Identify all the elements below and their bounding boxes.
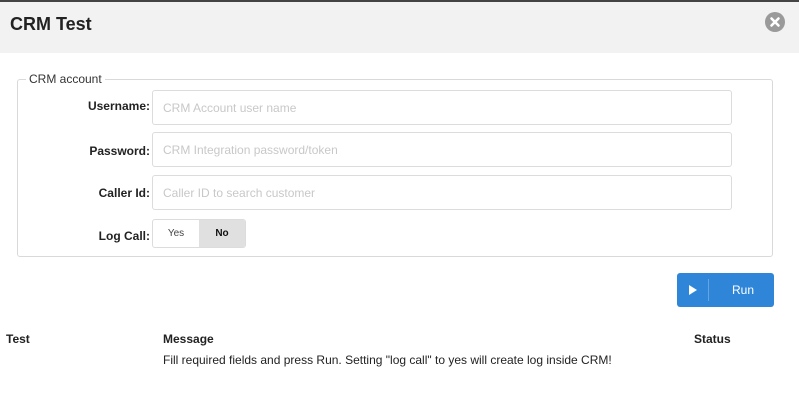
username-label: Username: <box>87 99 150 113</box>
password-input[interactable] <box>152 132 732 167</box>
dialog-header: CRM Test <box>0 2 799 53</box>
log-call-no-option[interactable]: No <box>199 220 245 247</box>
log-call-yes-option[interactable]: Yes <box>153 220 199 247</box>
log-call-label: Log Call: <box>98 229 150 243</box>
column-header-message: Message <box>163 332 214 346</box>
close-icon[interactable] <box>765 12 785 32</box>
run-button-label: Run <box>732 283 755 297</box>
password-label: Password: <box>89 144 150 158</box>
run-button[interactable]: Run <box>677 273 774 307</box>
result-message: Fill required fields and press Run. Sett… <box>163 353 612 367</box>
caller-id-input[interactable] <box>152 175 732 210</box>
column-header-status: Status <box>694 332 731 346</box>
dialog-title: CRM Test <box>10 14 92 34</box>
play-icon <box>689 285 697 295</box>
caller-id-label: Caller Id: <box>98 186 150 200</box>
run-button-divider <box>708 279 709 301</box>
crm-account-legend: CRM account <box>29 72 102 86</box>
column-header-test: Test <box>6 332 30 346</box>
log-call-toggle[interactable]: Yes No <box>152 219 246 248</box>
username-input[interactable] <box>152 90 732 125</box>
